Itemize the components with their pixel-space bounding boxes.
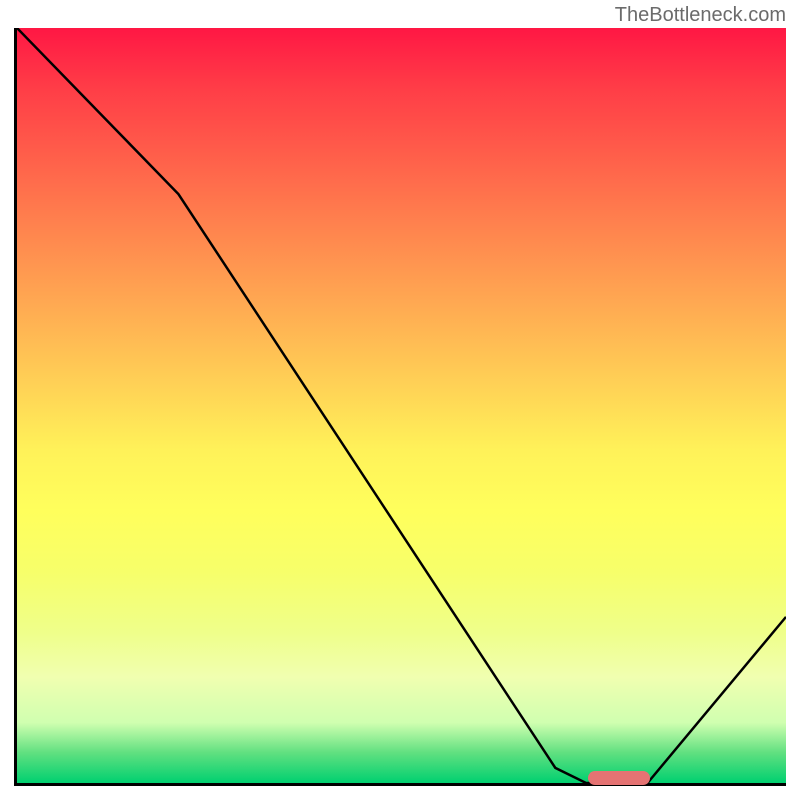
optimal-range-marker bbox=[588, 771, 650, 785]
chart-plot-area bbox=[14, 28, 786, 786]
bottleneck-curve-path bbox=[17, 28, 786, 783]
bottleneck-curve-svg bbox=[17, 28, 786, 783]
watermark-text: TheBottleneck.com bbox=[615, 4, 786, 27]
